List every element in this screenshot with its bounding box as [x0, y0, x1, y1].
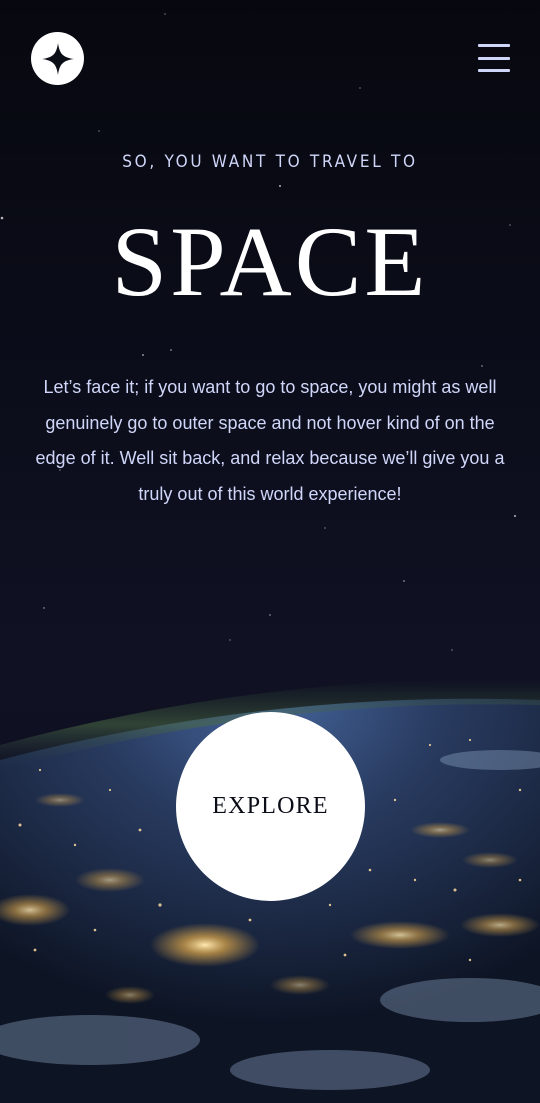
hamburger-line	[478, 56, 510, 60]
hero-title: SPACE	[111, 206, 429, 317]
site-header	[0, 0, 540, 120]
hero-eyebrow: SO, YOU WANT TO TRAVEL TO	[122, 152, 418, 172]
explore-button-label: EXPLORE	[212, 793, 329, 819]
hamburger-line	[478, 69, 510, 72]
hamburger-line	[478, 44, 510, 47]
explore-button[interactable]: EXPLORE	[176, 712, 365, 901]
hamburger-menu-icon[interactable]	[478, 44, 510, 72]
star-logo-shape	[41, 42, 74, 75]
hero-description: Let’s face it; if you want to go to spac…	[35, 377, 505, 504]
star-logo-icon[interactable]	[31, 32, 84, 85]
